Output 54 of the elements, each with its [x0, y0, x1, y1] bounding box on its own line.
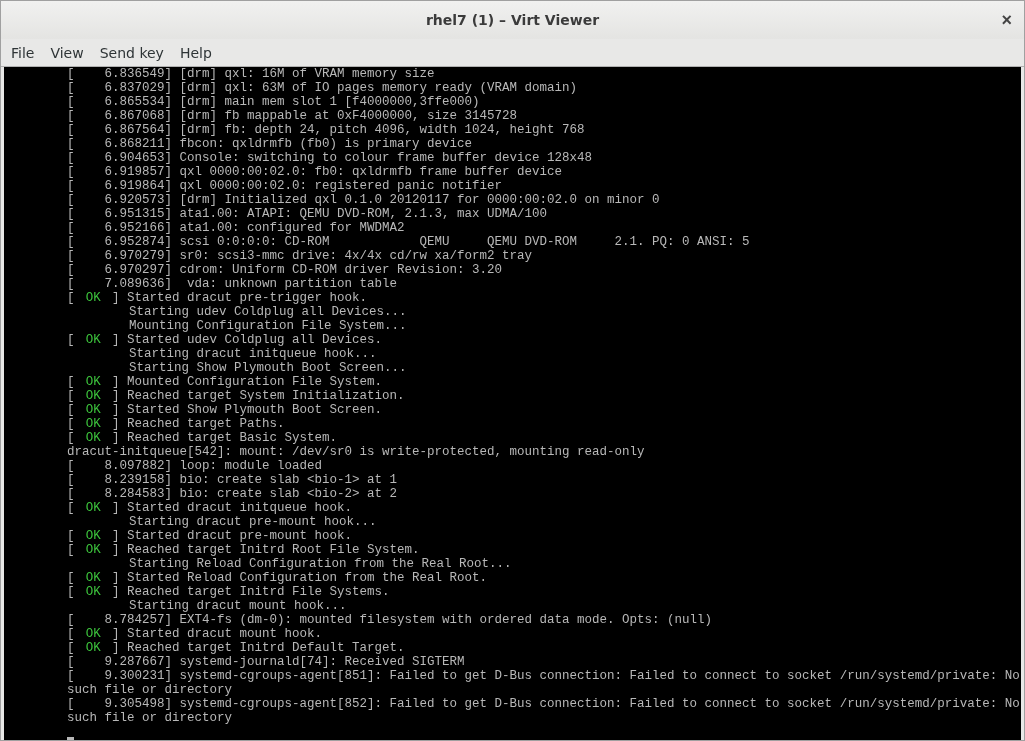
- close-button[interactable]: ×: [997, 10, 1016, 30]
- console-line: [ OK ] Started dracut initqueue hook.: [67, 501, 354, 515]
- console-line: [ OK ] Started udev Coldplug all Devices.: [67, 333, 384, 347]
- console-line: Starting dracut mount hook...: [128, 599, 348, 613]
- console-line: [ 8.784257] EXT4-fs (dm-0): mounted filesystem with ordered data mode. Opts: (null): [67, 613, 714, 627]
- console-line: [ OK ] Started Show Plymouth Boot Screen.: [67, 403, 384, 417]
- console-line: [ OK ] Started dracut mount hook.: [67, 627, 324, 641]
- console-line: [ 8.284583] bio: create slab <bio-2> at 2: [67, 487, 399, 501]
- console-line: such file or directory: [67, 711, 234, 725]
- console-line: [ 6.952874] scsi 0:0:0:0: CD-ROM QEMU QEMU DVD-ROM 2.1. PQ: 0 ANSI: 5: [67, 235, 751, 249]
- console-line: [ 7.089636] vda: unknown partition table: [67, 277, 399, 291]
- console-line: Starting Show Plymouth Boot Screen...: [128, 361, 408, 375]
- console-line: [ 6.904653] Console: switching to colour frame buffer device 128x48: [67, 151, 594, 165]
- console-line: [ 6.920573] [drm] Initialized qxl 0.1.0 20120117 for 0000:00:02.0 on minor 0: [67, 193, 661, 207]
- console-line: [ 9.287667] systemd-journald[74]: Received SIGTERM: [67, 655, 466, 669]
- console-line: [ 6.865534] [drm] main mem slot 1 [f4000000,3ffe000): [67, 95, 481, 109]
- menu-item[interactable]: Send key: [91, 42, 172, 63]
- console-line: [ OK ] Reached target Initrd Default Target.: [67, 641, 406, 655]
- console-line: [ OK ] Started dracut pre-trigger hook.: [67, 291, 369, 305]
- console-line: [ 6.867068] [drm] fb mappable at 0xF4000000, size 3145728: [67, 109, 519, 123]
- console-line: [ OK ] Reached target Initrd File Systems.: [67, 585, 391, 599]
- console-line: [ OK ] Reached target Basic System.: [67, 431, 339, 445]
- console-line: [ 6.970297] cdrom: Uniform CD-ROM driver Revision: 3.20: [67, 263, 504, 277]
- console-line: such file or directory: [67, 683, 234, 697]
- console-line: [ 6.836549] [drm] qxl: 16M of VRAM memory size: [67, 67, 436, 81]
- console-line: Starting Reload Configuration from the Real Root...: [128, 557, 513, 571]
- console-line: [ 9.305498] systemd-cgroups-agent[852]: Failed to get D-Bus connection: Failed to connect to socket /run/systemd/private: No: [67, 697, 1021, 711]
- menu-item[interactable]: Help: [171, 42, 220, 63]
- window-title: rhel7 (1) – Virt Viewer: [425, 12, 600, 29]
- console-line: [ 8.239158] bio: create slab <bio-1> at 1: [67, 473, 399, 487]
- menu-item[interactable]: File: [3, 42, 43, 63]
- console-line: [ 6.867564] [drm] fb: depth 24, pitch 4096, width 1024, height 768: [67, 123, 586, 137]
- cursor-icon: [67, 737, 74, 740]
- console-line: [ OK ] Reached target System Initialization.: [67, 389, 406, 403]
- console-line: [ OK ] Reached target Paths.: [67, 417, 286, 431]
- console-line: [ 6.868211] fbcon: qxldrmfb (fb0) is primary device: [67, 137, 474, 151]
- console-line: [ OK ] Reached target Initrd Root File System.: [67, 543, 421, 557]
- console-line: [ 6.919864] qxl 0000:00:02.0: registered panic notifier: [67, 179, 504, 193]
- console-line: [ OK ] Started Reload Configuration from the Real Root.: [67, 571, 489, 585]
- console-line: [ 6.970279] sr0: scsi3-mmc drive: 4x/4x cd/rw xa/form2 tray: [67, 249, 534, 263]
- console-line: [ 6.837029] [drm] qxl: 63M of IO pages memory ready (VRAM domain): [67, 81, 579, 95]
- console-line: [ OK ] Mounted Configuration File System.: [67, 375, 384, 389]
- console-line: Starting dracut initqueue hook...: [128, 347, 378, 361]
- console-line: Mounting Configuration File System...: [128, 319, 408, 333]
- console-line: [ OK ] Started dracut pre-mount hook.: [67, 529, 354, 543]
- console-line: [ 8.097882] loop: module loaded: [67, 459, 324, 473]
- console-line: [ 9.300231] systemd-cgroups-agent[851]: Failed to get D-Bus connection: Failed to connect to socket /run/systemd/private: No: [67, 669, 1021, 683]
- console-line: [ 6.951315] ata1.00: ATAPI: QEMU DVD-ROM, 2.1.3, max UDMA/100: [67, 207, 549, 221]
- console-line: dracut-initqueue[542]: mount: /dev/sr0 is write-protected, mounting read-only: [67, 445, 646, 459]
- console-line: [ 6.919857] qxl 0000:00:02.0: fb0: qxldrmfb frame buffer device: [67, 165, 564, 179]
- console-line: Starting udev Coldplug all Devices...: [128, 305, 408, 319]
- menu-item[interactable]: View: [42, 42, 92, 63]
- console-line: [ 6.952166] ata1.00: configured for MWDMA2: [67, 221, 406, 235]
- console-line: Starting dracut pre-mount hook...: [128, 515, 378, 529]
